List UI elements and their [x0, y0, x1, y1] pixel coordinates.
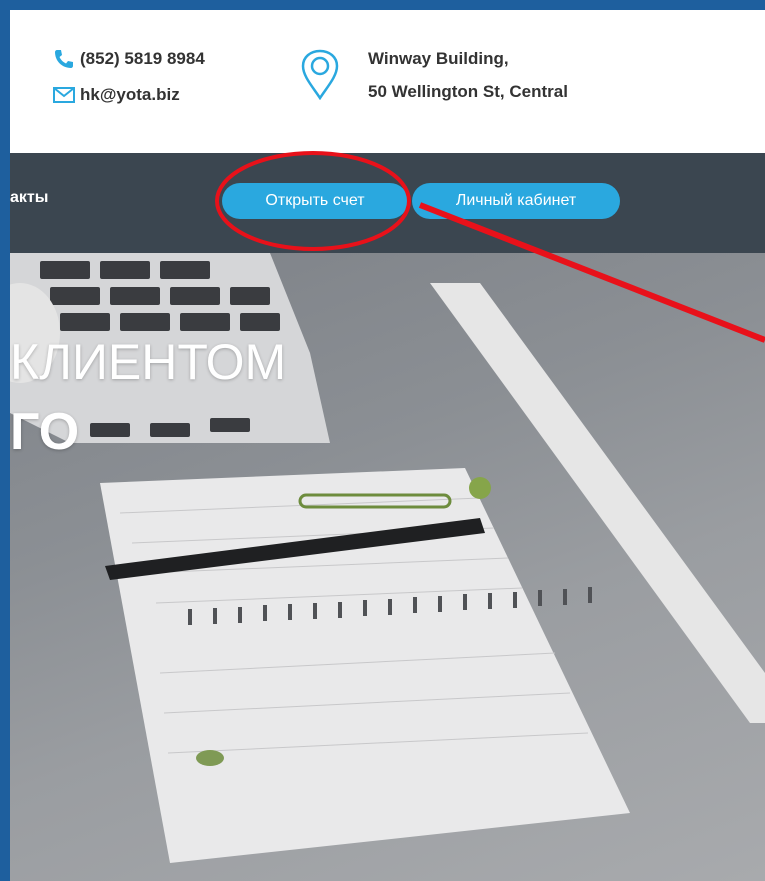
email-address: hk@yota.biz	[80, 85, 180, 104]
location-pin-icon	[301, 49, 339, 100]
hero-heading-line-1: КЛИЕНТОМ	[10, 334, 287, 390]
open-account-button[interactable]: Открыть счет	[222, 183, 408, 219]
envelope-icon	[53, 87, 75, 103]
email-contact[interactable]: hk@yota.biz	[52, 84, 180, 106]
phone-contact[interactable]: (852) 5819 8984	[52, 48, 205, 70]
phone-icon	[55, 50, 73, 68]
nav-link-contacts[interactable]: акты	[10, 189, 48, 207]
hero-banner: КЛИЕНТОМ ГО	[10, 253, 765, 881]
personal-cabinet-button[interactable]: Личный кабинет	[412, 183, 620, 219]
main-navigation: акты Открыть счет Личный кабинет	[10, 153, 765, 253]
contact-bar: (852) 5819 8984 hk@yota.biz Winway Build…	[10, 10, 765, 153]
browser-viewport: (852) 5819 8984 hk@yota.biz Winway Build…	[10, 10, 765, 881]
hero-heading: КЛИЕНТОМ ГО	[10, 327, 286, 467]
hero-heading-line-2: ГО	[10, 403, 80, 461]
address-line-2: 50 Wellington St, Central	[368, 82, 568, 101]
address-line-1: Winway Building,	[368, 49, 509, 68]
phone-number: (852) 5819 8984	[80, 49, 205, 68]
office-address: Winway Building, 50 Wellington St, Centr…	[368, 42, 568, 108]
